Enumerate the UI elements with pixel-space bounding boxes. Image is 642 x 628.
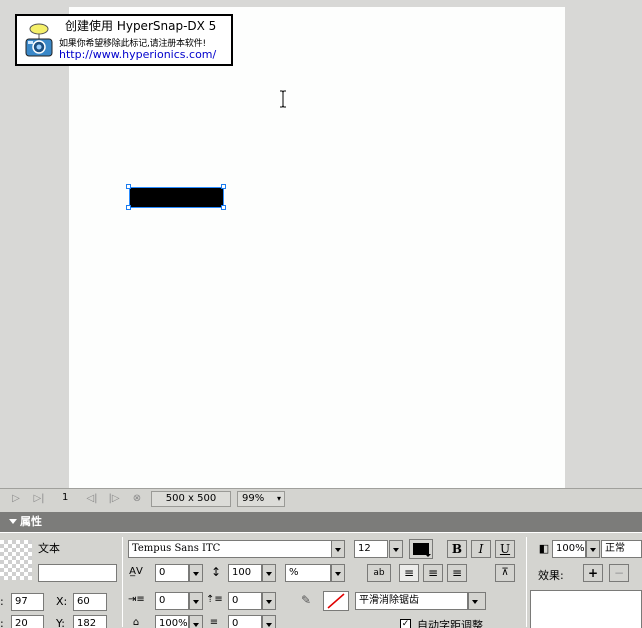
stage-size-display[interactable]: 500 x 500: [151, 491, 231, 507]
height-label: :: [0, 617, 4, 628]
watermark-url[interactable]: http://www.hyperionics.com/: [59, 48, 216, 61]
add-effect-button[interactable]: +: [583, 564, 603, 582]
text-tool-thumbnail: [0, 540, 32, 580]
x-label: X:: [56, 595, 68, 608]
line-height-input[interactable]: 100: [228, 564, 262, 582]
collapse-triangle-icon[interactable]: [9, 519, 17, 524]
font-size-input[interactable]: 12: [354, 540, 388, 558]
stage-area: 创建使用 HyperSnap-DX 5 如果你希望移除此标记,请注册本软件! h…: [0, 0, 642, 488]
indent-icon: ⇥≡: [128, 594, 145, 605]
instance-name-input[interactable]: [38, 564, 117, 582]
letter-spacing-icon: A̲V: [129, 566, 143, 577]
frame-number: 1: [62, 492, 69, 503]
properties-title: 属性: [20, 515, 42, 528]
properties-panel: 文本 : 97 X: 60 : 20 Y: 182 Tempus Sans IT…: [0, 532, 642, 628]
effects-label: 效果:: [538, 569, 564, 582]
y-input[interactable]: 182: [73, 615, 107, 628]
timeline-status-bar: ▷ ▷| 1 ◁| |▷ ⊗ 500 x 500 99% ▾: [0, 488, 642, 509]
remove-effect-button[interactable]: −: [609, 564, 629, 582]
margin-icon: ⌂: [132, 617, 140, 628]
camera-logo-icon: [25, 23, 53, 57]
divider: [526, 537, 527, 627]
resize-handle-br[interactable]: [221, 205, 226, 210]
italic-button[interactable]: I: [471, 540, 491, 558]
line-height-icon: ↕: [210, 565, 222, 579]
char-position-dropdown-icon[interactable]: [331, 564, 345, 582]
color-chevron-icon: [425, 554, 431, 557]
margin-right-icon: ≡: [209, 617, 219, 628]
pencil-icon[interactable]: ✎: [298, 592, 314, 608]
font-size-dropdown-icon[interactable]: [389, 540, 403, 558]
letter-spacing-input[interactable]: 0: [155, 564, 189, 582]
margin-left-dropdown-icon[interactable]: [189, 615, 203, 628]
chevron-down-icon: ▾: [276, 494, 281, 503]
font-family-select[interactable]: Tempus Sans ITC: [128, 540, 332, 558]
margin-right-dropdown-icon[interactable]: [262, 615, 276, 628]
divider: [122, 585, 123, 627]
selected-text-block[interactable]: [129, 187, 224, 208]
effects-list[interactable]: [530, 590, 642, 628]
stop-icon[interactable]: ⊗: [131, 493, 143, 505]
width-label: :: [0, 595, 4, 608]
text-cursor-icon: [280, 90, 286, 108]
prev-frame-icon[interactable]: ◁|: [86, 493, 98, 505]
y-label: Y:: [56, 617, 65, 628]
justify-button[interactable]: ⊼: [495, 564, 515, 582]
no-color-icon: [327, 593, 345, 609]
step-forward-icon[interactable]: ▷|: [33, 493, 45, 505]
properties-panel-header[interactable]: 属性: [0, 512, 642, 532]
object-type-label: 文本: [38, 542, 60, 555]
blend-mode-select[interactable]: 正常: [601, 540, 642, 558]
line-spacing-icon: ⇡≡: [206, 594, 223, 605]
line-spacing-dropdown-icon[interactable]: [262, 592, 276, 610]
text-direction-button[interactable]: ab: [367, 564, 391, 582]
margin-left-input[interactable]: 100%: [155, 615, 189, 628]
text-color-picker[interactable]: [409, 539, 433, 559]
line-height-dropdown-icon[interactable]: [262, 564, 276, 582]
bold-button[interactable]: B: [447, 540, 467, 558]
char-position-select[interactable]: %: [285, 564, 331, 582]
watermark-title: 创建使用 HyperSnap-DX 5: [65, 19, 217, 33]
auto-kern-label: 自动字距调整: [417, 619, 483, 628]
blend-icon: ◧: [538, 542, 550, 555]
line-spacing-input[interactable]: 0: [228, 592, 262, 610]
antialias-dropdown-icon[interactable]: [468, 592, 486, 610]
next-frame-icon[interactable]: |▷: [108, 493, 120, 505]
play-icon[interactable]: ▷: [10, 493, 22, 505]
opacity-dropdown-icon[interactable]: [586, 540, 600, 558]
width-input[interactable]: 97: [11, 593, 44, 611]
align-left-button[interactable]: ≡: [399, 564, 419, 582]
margin-right-input[interactable]: 0: [228, 615, 262, 628]
letter-spacing-dropdown-icon[interactable]: [189, 564, 203, 582]
height-input[interactable]: 20: [11, 615, 44, 628]
underline-button[interactable]: U: [495, 540, 515, 558]
resize-handle-tr[interactable]: [221, 184, 226, 189]
x-input[interactable]: 60: [73, 593, 107, 611]
zoom-value: 99%: [242, 493, 265, 504]
font-family-dropdown-icon[interactable]: [331, 540, 345, 558]
antialias-select[interactable]: 平滑消除锯齿: [355, 592, 468, 610]
resize-handle-bl[interactable]: [126, 205, 131, 210]
hypersnap-watermark: 创建使用 HyperSnap-DX 5 如果你希望移除此标记,请注册本软件! h…: [15, 14, 233, 66]
indent-dropdown-icon[interactable]: [189, 592, 203, 610]
zoom-select[interactable]: 99% ▾: [237, 491, 285, 507]
stroke-color-picker[interactable]: [323, 591, 349, 611]
indent-input[interactable]: 0: [155, 592, 189, 610]
document-canvas[interactable]: [69, 7, 565, 488]
opacity-input[interactable]: 100%: [552, 540, 586, 558]
align-center-button[interactable]: ≡: [423, 564, 443, 582]
auto-kern-checkbox[interactable]: ✓: [400, 619, 411, 628]
resize-handle-tl[interactable]: [126, 184, 131, 189]
align-right-button[interactable]: ≡: [447, 564, 467, 582]
